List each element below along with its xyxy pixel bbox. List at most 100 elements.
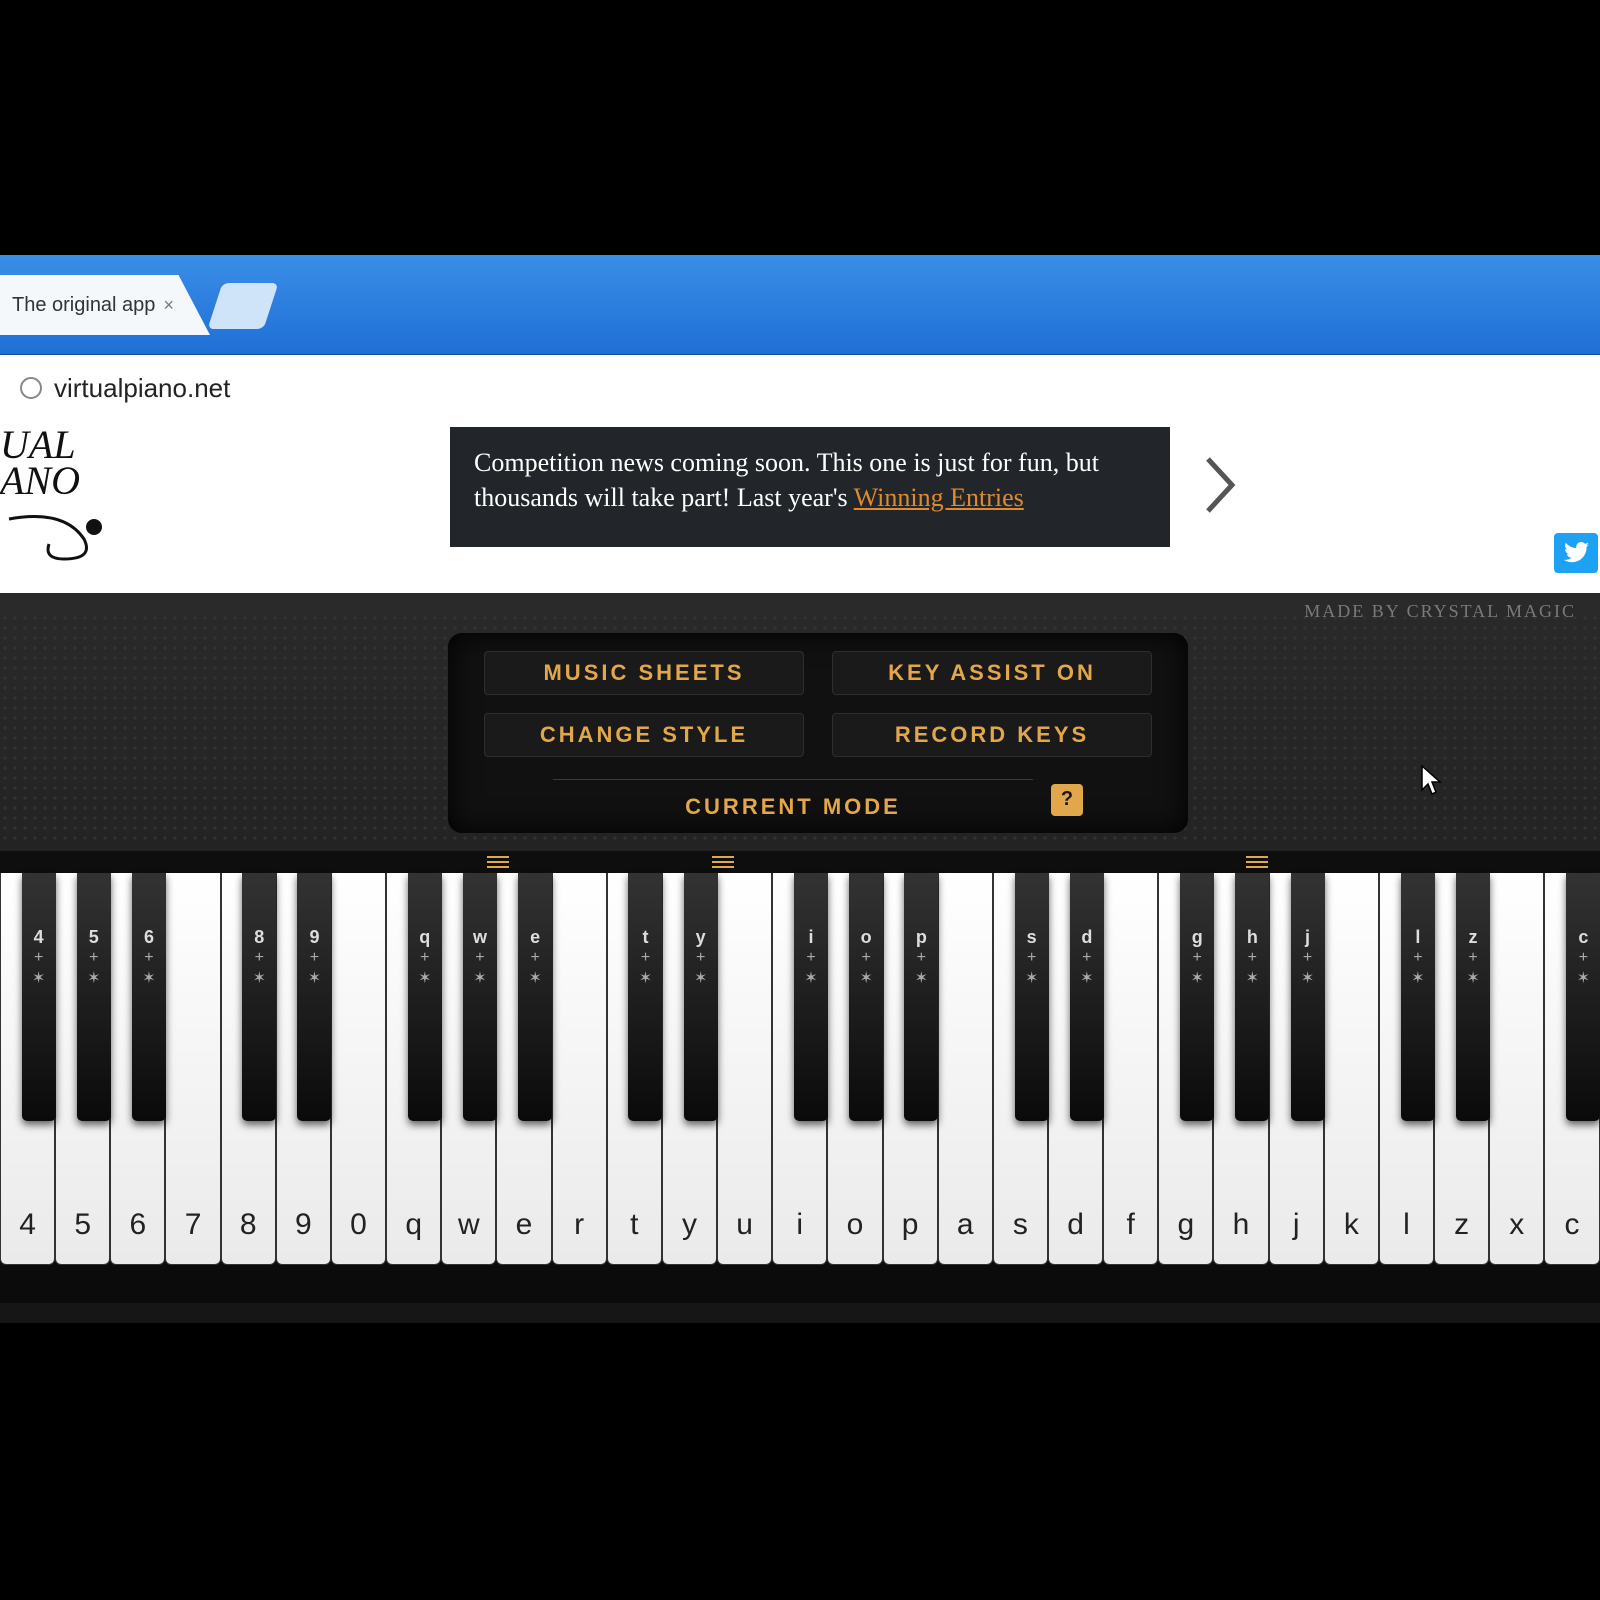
black-key-9[interactable]: 9+✶ [297, 873, 331, 1121]
black-key-plus: + [1456, 948, 1490, 969]
white-key-label: z [1435, 1208, 1488, 1242]
white-key-label: 6 [111, 1208, 164, 1242]
black-key-q[interactable]: q+✶ [408, 873, 442, 1121]
globe-icon [20, 377, 42, 399]
winning-entries-link[interactable]: Winning Entries [854, 483, 1024, 512]
maker-label: MADE BY CRYSTAL MAGIC [1304, 601, 1576, 622]
black-key-label: e [518, 927, 552, 948]
black-key-star: ✶ [77, 969, 111, 990]
black-key-star: ✶ [1291, 969, 1325, 990]
change-style-button[interactable]: CHANGE STYLE [484, 713, 804, 757]
black-key-plus: + [628, 948, 662, 969]
black-key-label: 8 [242, 927, 276, 948]
black-key-w[interactable]: w+✶ [463, 873, 497, 1121]
white-key-r[interactable]: r [552, 873, 607, 1265]
music-sheets-button[interactable]: MUSIC SHEETS [484, 651, 804, 695]
black-key-label: 4 [22, 927, 56, 948]
black-key-plus: + [904, 948, 938, 969]
twitter-icon [1563, 542, 1589, 564]
black-key-8[interactable]: 8+✶ [242, 873, 276, 1121]
browser-tabstrip: The original app × [0, 255, 1600, 355]
white-key-7[interactable]: 7 [165, 873, 220, 1265]
black-key-y[interactable]: y+✶ [684, 873, 718, 1121]
white-key-label: j [1270, 1208, 1323, 1242]
black-key-h[interactable]: h+✶ [1235, 873, 1269, 1121]
black-key-e[interactable]: e+✶ [518, 873, 552, 1121]
black-key-t[interactable]: t+✶ [628, 873, 662, 1121]
white-key-label: 5 [56, 1208, 109, 1242]
black-key-plus: + [22, 948, 56, 969]
logo-flourish-icon [4, 509, 114, 569]
white-key-a[interactable]: a [938, 873, 993, 1265]
black-key-j[interactable]: j+✶ [1291, 873, 1325, 1121]
black-key-star: ✶ [132, 969, 166, 990]
key-assist-button[interactable]: KEY ASSIST ON [832, 651, 1152, 695]
black-key-c[interactable]: c+✶ [1566, 873, 1600, 1121]
black-key-plus: + [1070, 948, 1104, 969]
black-key-4[interactable]: 4+✶ [22, 873, 56, 1121]
black-key-star: ✶ [1070, 969, 1104, 990]
black-key-star: ✶ [849, 969, 883, 990]
white-key-label: s [994, 1208, 1047, 1242]
white-key-k[interactable]: k [1324, 873, 1379, 1265]
white-key-label: x [1490, 1208, 1543, 1242]
black-key-star: ✶ [1015, 969, 1049, 990]
black-key-star: ✶ [684, 969, 718, 990]
black-key-label: z [1456, 927, 1490, 948]
black-key-star: ✶ [242, 969, 276, 990]
white-key-label: a [939, 1208, 992, 1242]
black-key-plus: + [1015, 948, 1049, 969]
address-bar[interactable]: virtualpiano.net [0, 355, 1600, 421]
logo-line2: ANO [0, 463, 80, 499]
white-key-label: o [828, 1208, 881, 1242]
white-key-u[interactable]: u [717, 873, 772, 1265]
close-icon[interactable]: × [163, 295, 174, 316]
site-header: UAL ANO Competition news coming soon. Th… [0, 421, 1600, 593]
black-key-label: p [904, 927, 938, 948]
white-key-label: r [553, 1208, 606, 1242]
white-key-0[interactable]: 0 [331, 873, 386, 1265]
black-key-star: ✶ [22, 969, 56, 990]
black-key-z[interactable]: z+✶ [1456, 873, 1490, 1121]
record-keys-button[interactable]: RECORD KEYS [832, 713, 1152, 757]
white-key-f[interactable]: f [1103, 873, 1158, 1265]
black-key-l[interactable]: l+✶ [1401, 873, 1435, 1121]
browser-tab[interactable]: The original app × [0, 275, 210, 335]
hinge-slot [1246, 856, 1268, 868]
black-key-6[interactable]: 6+✶ [132, 873, 166, 1121]
black-key-label: s [1015, 927, 1049, 948]
black-key-star: ✶ [628, 969, 662, 990]
new-tab-button[interactable] [208, 283, 279, 329]
black-key-star: ✶ [1566, 969, 1600, 990]
black-key-plus: + [408, 948, 442, 969]
black-key-plus: + [297, 948, 331, 969]
black-key-label: i [794, 927, 828, 948]
black-key-s[interactable]: s+✶ [1015, 873, 1049, 1121]
white-key-label: f [1104, 1208, 1157, 1242]
black-key-o[interactable]: o+✶ [849, 873, 883, 1121]
white-key-label: g [1159, 1208, 1212, 1242]
black-key-plus: + [849, 948, 883, 969]
url-text: virtualpiano.net [54, 373, 230, 404]
black-key-label: w [463, 927, 497, 948]
black-key-label: o [849, 927, 883, 948]
black-key-label: 6 [132, 927, 166, 948]
black-key-star: ✶ [794, 969, 828, 990]
black-key-label: j [1291, 927, 1325, 948]
black-key-i[interactable]: i+✶ [794, 873, 828, 1121]
black-key-d[interactable]: d+✶ [1070, 873, 1104, 1121]
black-key-label: h [1235, 927, 1269, 948]
black-key-p[interactable]: p+✶ [904, 873, 938, 1121]
white-key-x[interactable]: x [1489, 873, 1544, 1265]
twitter-button[interactable] [1554, 533, 1598, 573]
banner-next-button[interactable] [1180, 435, 1260, 535]
black-key-label: 5 [77, 927, 111, 948]
hinge-slot [712, 856, 734, 868]
black-key-plus: + [1401, 948, 1435, 969]
tab-title: The original app [12, 294, 155, 317]
black-key-g[interactable]: g+✶ [1180, 873, 1214, 1121]
white-key-label: w [442, 1208, 495, 1242]
black-key-5[interactable]: 5+✶ [77, 873, 111, 1121]
site-logo[interactable]: UAL ANO [0, 427, 80, 499]
help-button[interactable]: ? [1051, 784, 1083, 816]
